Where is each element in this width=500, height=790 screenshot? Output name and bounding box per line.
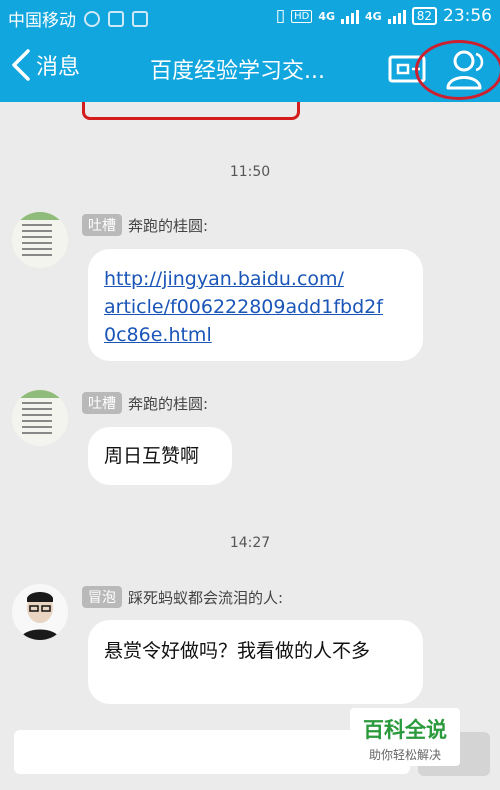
vibrate-icon: ▯ — [275, 6, 286, 26]
sync-icon — [84, 10, 100, 27]
watermark-title: 百科全说 — [363, 718, 447, 742]
sender-name[interactable]: 奔跑的桂圆: — [128, 393, 208, 414]
avatar[interactable] — [12, 584, 68, 640]
message-bubble[interactable]: 周日互赞啊 — [88, 427, 232, 485]
member-badge: 吐槽 — [82, 214, 122, 236]
message-bubble[interactable]: http://jingyan.baidu.com/ article/f00622… — [88, 249, 423, 361]
avatar[interactable] — [12, 212, 68, 268]
back-label: 消息 — [36, 55, 81, 80]
message-sender: 冒泡 踩死蚂蚁都会流泪的人: — [82, 586, 283, 608]
signal-icon-a — [341, 8, 360, 24]
timestamp: 14:27 — [229, 535, 271, 551]
notification-icon — [132, 10, 148, 27]
watermark-logo: 百科全说 助你轻松解决 — [350, 708, 460, 766]
signal-icon-b — [387, 8, 406, 24]
message-link-line[interactable]: http://jingyan.baidu.com/ — [104, 265, 423, 293]
member-badge: 吐槽 — [82, 392, 122, 414]
network-type-b: 4G — [365, 9, 382, 23]
message-link-line[interactable]: 0c86e.html — [104, 321, 423, 349]
message-link-line[interactable]: article/f006222809add1fbd2f — [104, 293, 423, 321]
back-arrow-icon — [12, 49, 30, 81]
member-badge: 冒泡 — [82, 586, 122, 608]
network-type-a: 4G — [318, 9, 336, 23]
message-bubble[interactable]: 悬赏令好做吗？我看做的人不多 — [88, 620, 423, 704]
battery-icon: 82 — [411, 7, 437, 25]
sender-name[interactable]: 踩死蚂蚁都会流泪的人: — [128, 587, 283, 608]
message-sender: 吐槽 奔跑的桂圆: — [82, 392, 208, 414]
timestamp: 11:50 — [229, 164, 271, 180]
avatar[interactable] — [12, 390, 68, 446]
gallery-icon — [108, 10, 124, 27]
sender-name[interactable]: 奔跑的桂圆: — [128, 215, 208, 236]
watermark-subtitle: 助你轻松解决 — [368, 748, 441, 762]
back-button[interactable]: 消息 — [10, 48, 80, 82]
status-bar: 中国移动 ▯ HD 4G 4G 82 23:56 — [0, 0, 500, 34]
message-text: 周日互赞啊 — [104, 445, 200, 467]
chat-area: 11:50 吐槽 奔跑的桂圆: http://jingyan.baidu.com… — [0, 102, 500, 722]
page-title: 百度经验学习交... — [150, 59, 325, 84]
carrier-label: 中国移动 — [8, 11, 76, 31]
clock: 23:56 — [443, 6, 492, 26]
message-text: 悬赏令好做吗？我看做的人不多 — [104, 640, 371, 662]
highlight-annotation — [415, 40, 500, 100]
hd-icon: HD — [291, 9, 313, 23]
red-annotation-bar — [82, 102, 300, 120]
message-sender: 吐槽 奔跑的桂圆: — [82, 214, 208, 236]
